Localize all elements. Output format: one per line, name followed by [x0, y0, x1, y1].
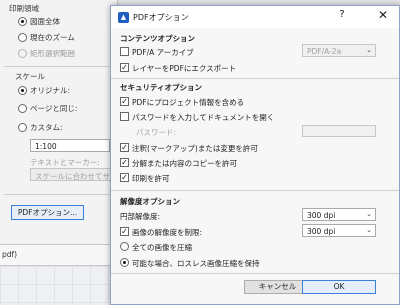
print-range-label: 印刷領域	[9, 4, 39, 13]
cancel-button[interactable]: キャンセル	[244, 280, 311, 294]
pdfa-version-value: PDF/A-2a	[307, 47, 342, 56]
pdfa-checkbox[interactable]	[120, 47, 129, 56]
separator	[4, 194, 116, 195]
radio-original[interactable]	[18, 86, 27, 95]
lossless-label: 可能な場合、ロスレス画像圧縮を保持	[132, 259, 260, 268]
lossless-radio[interactable]	[120, 258, 129, 267]
password-field	[302, 125, 376, 137]
dialog-titlebar: ▲ PDFオプション ? ✕	[111, 6, 399, 28]
limit-resolution-checkbox[interactable]: ✓	[120, 227, 129, 236]
radio-current-zoom-label: 現在のズーム	[30, 33, 75, 42]
password-open-label: パスワードを入力してドキュメントを開く	[132, 113, 275, 122]
separator	[111, 190, 399, 191]
allow-copy-label: 分解または内容のコピーを許可	[132, 159, 237, 168]
password-label: パスワード:	[136, 128, 177, 137]
allow-annotations-label: 注釈(マークアップ)または変更を許可	[132, 144, 258, 153]
allow-annotations-checkbox[interactable]: ✓	[120, 143, 129, 152]
limit-resolution-value: 300 dpi	[307, 227, 336, 236]
separator	[4, 66, 116, 67]
radio-custom-label: カスタム:	[30, 123, 63, 132]
limit-resolution-label: 画像の解像度を制限:	[132, 228, 203, 237]
raster-resolution-value: 300 dpi	[307, 211, 336, 220]
radio-rect-selection-label: 矩形選択範囲	[30, 49, 75, 58]
allow-print-checkbox[interactable]: ✓	[120, 173, 129, 182]
separator	[111, 78, 399, 79]
radio-original-label: オリジナル:	[30, 86, 71, 95]
print-dialog: 印刷領域 図面全体 現在のズーム 矩形選択範囲 スケール オリジナル: ページと…	[0, 0, 118, 244]
project-info-checkbox[interactable]: ✓	[120, 97, 129, 106]
bottom-strip: pdf)	[0, 244, 118, 266]
limit-resolution-select[interactable]: 300 dpi ⌄	[302, 224, 376, 237]
raster-resolution-label: 円部解像度:	[120, 212, 161, 221]
compress-all-radio[interactable]	[120, 242, 129, 251]
radio-same-as-page-label: ページと同じ:	[30, 104, 78, 113]
radio-current-zoom[interactable]	[18, 33, 27, 42]
app-logo-icon: ▲	[118, 12, 129, 23]
strip-text: pdf)	[2, 250, 18, 259]
pdf-options-dialog: ▲ PDFオプション ? ✕ コンテンツオプション PDF/A アーカイブ PD…	[110, 5, 400, 305]
radio-custom[interactable]	[18, 123, 27, 132]
pdfa-label: PDF/A アーカイブ	[132, 48, 194, 57]
chevron-down-icon: ⌄	[366, 226, 372, 234]
pdf-options-button[interactable]: PDFオプション...	[11, 205, 84, 220]
content-options-heading: コンテンツオプション	[120, 34, 195, 43]
scale-input[interactable]: 1:100	[30, 139, 110, 152]
security-options-heading: セキュリティオプション	[120, 83, 203, 92]
text-and-markers-label: テキストとマーカー:	[30, 158, 100, 167]
text-markers-select: スケールに合わせてサイズ変	[30, 168, 115, 181]
radio-rect-selection	[18, 49, 27, 58]
ok-button[interactable]: OK	[302, 280, 376, 294]
scale-label: スケール	[15, 72, 45, 81]
pdfa-version-select: PDF/A-2a ⌄	[302, 44, 376, 57]
chevron-down-icon: ⌄	[366, 210, 372, 218]
layers-label: レイヤーをPDFにエクスポート	[132, 64, 237, 73]
raster-resolution-select[interactable]: 300 dpi ⌄	[302, 208, 376, 221]
password-open-checkbox[interactable]	[120, 112, 129, 121]
radio-whole-drawing-label: 図面全体	[30, 17, 60, 26]
allow-copy-checkbox[interactable]: ✓	[120, 158, 129, 167]
layers-checkbox[interactable]: ✓	[120, 63, 129, 72]
resolution-options-heading: 解像度オプション	[120, 197, 180, 206]
project-info-label: PDFにプロジェクト情報を含める	[132, 98, 245, 107]
compress-all-label: 全ての画像を圧縮	[132, 243, 192, 252]
chevron-down-icon: ⌄	[366, 46, 372, 54]
close-icon[interactable]: ✕	[376, 8, 390, 24]
dialog-title: PDFオプション	[133, 13, 189, 22]
radio-same-as-page[interactable]	[18, 104, 27, 113]
help-icon[interactable]: ?	[336, 9, 348, 25]
radio-whole-drawing[interactable]	[18, 17, 27, 26]
allow-print-label: 印刷を許可	[132, 174, 170, 183]
separator	[111, 273, 399, 274]
